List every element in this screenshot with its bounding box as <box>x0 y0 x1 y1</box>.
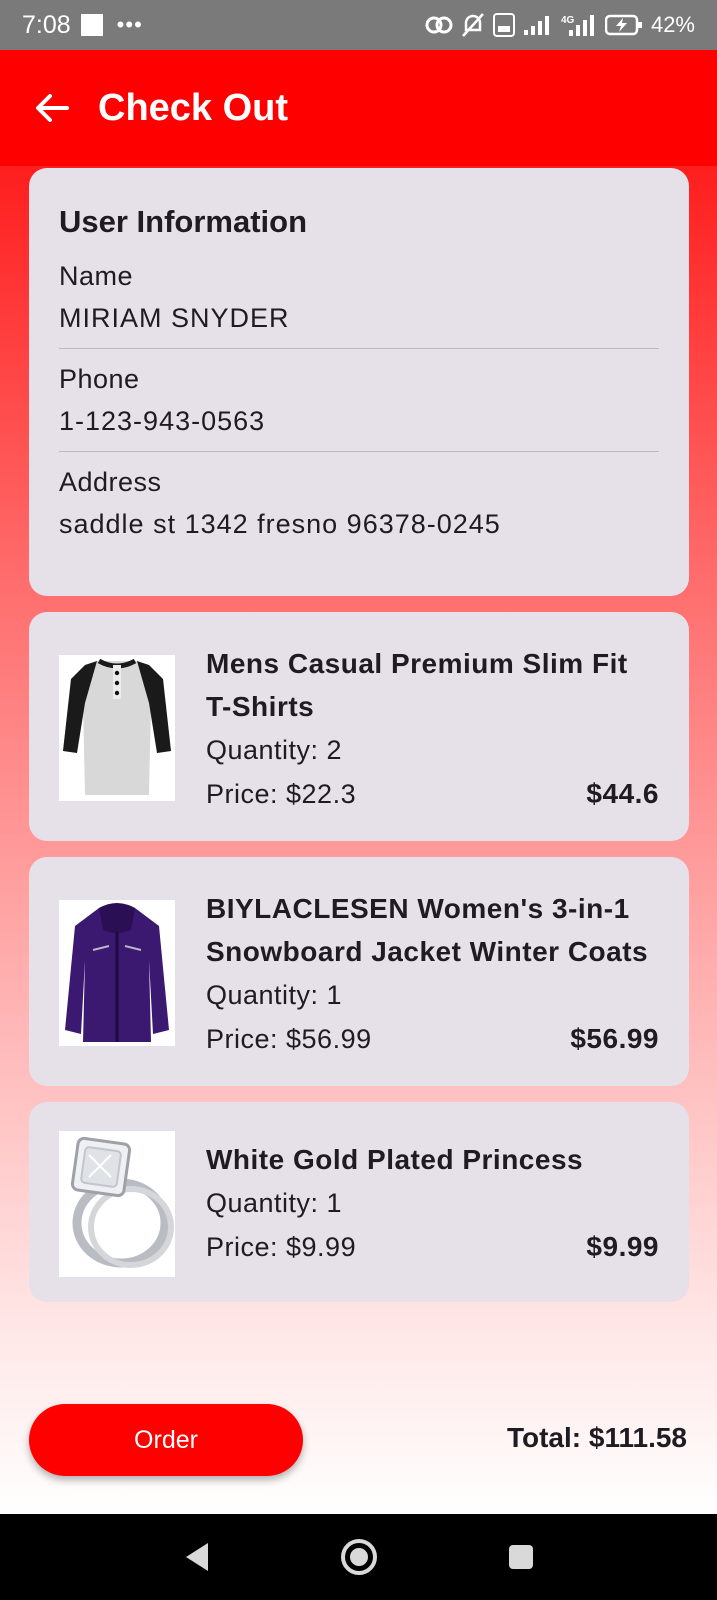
back-button[interactable] <box>32 88 72 128</box>
nav-recents-icon <box>508 1545 533 1569</box>
arrow-left-icon <box>36 94 69 122</box>
price-row: Price: $22.3 $44.6 <box>206 772 659 816</box>
jacket-illustration <box>65 903 169 1042</box>
item-total: $9.99 <box>586 1231 659 1262</box>
item-name: BIYLACLESEN Women's 3-in-1 <box>206 893 630 924</box>
notification-square-icon <box>80 14 103 36</box>
item-unit-price: Price: $56.99 <box>206 1024 372 1054</box>
item-details: Mens Casual Premium Slim Fit T-Shirts Qu… <box>206 642 659 816</box>
signal-icon <box>523 16 549 35</box>
battery-charging-icon <box>604 14 642 36</box>
battery-percent: 42% <box>650 12 695 37</box>
cart-item[interactable]: Mens Casual Premium Slim Fit T-Shirts Qu… <box>29 612 689 841</box>
volte-icon <box>492 13 515 37</box>
price-row: Price: $9.99 $9.99 <box>206 1225 659 1269</box>
nav-back-button[interactable] <box>175 1535 219 1579</box>
app-bar: Check Out <box>0 50 717 166</box>
item-quantity: Quantity: 1 <box>206 1188 343 1218</box>
status-left: 7:08 ••• <box>22 11 143 40</box>
jacket-image <box>59 900 175 1046</box>
price-row: Price: $56.99 $56.99 <box>206 1017 659 1061</box>
checkout-content: User Information Name MIRIAM SNYDER Phon… <box>0 166 717 1514</box>
page-title: Check Out <box>98 86 289 129</box>
svg-text:4G: 4G <box>561 15 575 26</box>
cart-item[interactable]: BIYLACLESEN Women's 3-in-1 Snowboard Jac… <box>29 857 689 1086</box>
status-right: 4G 42% <box>425 12 695 38</box>
4g-signal-icon: 4G <box>561 15 594 36</box>
item-name: T-Shirts <box>206 691 315 722</box>
order-total: Total: $111.58 <box>506 1422 687 1453</box>
hotspot-icon <box>425 16 453 34</box>
order-button[interactable]: Order <box>29 1404 303 1476</box>
nav-back-icon <box>185 1543 208 1571</box>
name-row: Name MIRIAM SNYDER <box>59 246 659 349</box>
user-info-card: User Information Name MIRIAM SNYDER Phon… <box>29 168 689 596</box>
status-time: 7:08 <box>22 10 71 39</box>
address-row: Address saddle st 1342 fresno 96378-0245 <box>59 452 659 546</box>
item-unit-price: Price: $22.3 <box>206 779 357 809</box>
item-quantity: Quantity: 1 <box>206 980 343 1010</box>
item-unit-price: Price: $9.99 <box>206 1232 357 1262</box>
item-quantity: Quantity: 2 <box>206 735 343 765</box>
address-value: saddle st 1342 fresno 96378-0245 <box>59 509 501 539</box>
item-name: White Gold Plated Princess <box>206 1144 584 1175</box>
tshirt-illustration <box>63 658 171 795</box>
system-nav-bar <box>0 1514 717 1600</box>
phone-value: 1-123-943-0563 <box>59 406 266 436</box>
status-bar: 7:08 ••• 4G 42% <box>0 0 717 50</box>
item-name: Snowboard Jacket Winter Coats <box>206 936 649 967</box>
phone-row: Phone 1-123-943-0563 <box>59 349 659 452</box>
item-name: Mens Casual Premium Slim Fit <box>206 648 628 679</box>
more-dots-icon: ••• <box>116 12 143 37</box>
ring-illustration <box>70 1136 174 1268</box>
item-total: $56.99 <box>570 1023 659 1054</box>
ring-image <box>59 1131 175 1277</box>
nav-recents-button[interactable] <box>499 1535 543 1579</box>
nav-home-icon <box>340 1539 377 1575</box>
nav-home-button[interactable] <box>337 1535 381 1579</box>
name-value: MIRIAM SNYDER <box>59 303 290 333</box>
item-details: BIYLACLESEN Women's 3-in-1 Snowboard Jac… <box>206 887 659 1061</box>
phone-label: Phone <box>59 364 140 394</box>
tshirt-image <box>59 655 175 801</box>
item-total: $44.6 <box>586 778 659 809</box>
user-info-title: User Information <box>59 204 308 239</box>
item-details: White Gold Plated Princess Quantity: 1 P… <box>206 1138 659 1269</box>
address-label: Address <box>59 467 162 497</box>
name-label: Name <box>59 261 134 291</box>
cart-item[interactable]: White Gold Plated Princess Quantity: 1 P… <box>29 1102 689 1302</box>
bell-off-icon <box>462 13 484 37</box>
